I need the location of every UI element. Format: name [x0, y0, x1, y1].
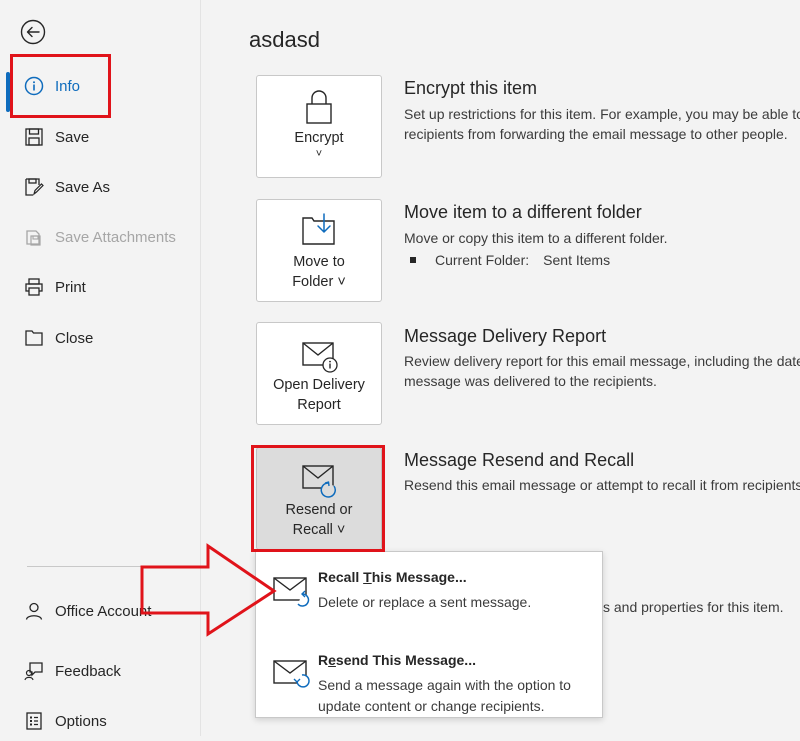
sidebar-item-options[interactable]: Options — [0, 701, 200, 741]
feedback-icon — [23, 660, 45, 682]
sidebar-item-save-as[interactable]: Save As — [0, 167, 200, 207]
section-desc: recipients from forwarding the email mes… — [404, 126, 788, 142]
button-label: Encrypt — [294, 130, 344, 146]
sidebar-item-save[interactable]: Save — [0, 117, 200, 157]
resend-recall-menu: Recall This Message... Delete or replace… — [255, 551, 603, 718]
section-desc: Set up restrictions for this item. For e… — [404, 106, 800, 122]
section-desc: Review delivery report for this email me… — [404, 353, 800, 369]
sidebar-item-save-attachments[interactable]: Save Attachments — [0, 217, 200, 257]
envelope-info-icon — [257, 341, 381, 379]
current-folder-line: Current Folder: Sent Items — [435, 252, 610, 268]
section-title: Move item to a different folder — [404, 202, 642, 222]
sidebar-item-label: Print — [55, 278, 86, 296]
button-label: Open Delivery — [273, 377, 365, 393]
encrypt-button[interactable]: Encrypt ˅ — [256, 75, 382, 178]
person-icon — [23, 600, 45, 622]
menu-item-title: Resend This Message... — [318, 652, 476, 668]
button-label: Folder ˅ — [292, 274, 346, 290]
menu-item-desc: Delete or replace a sent message. — [318, 594, 532, 610]
sidebar-item-label: Save — [55, 128, 90, 146]
sidebar-item-print[interactable]: Print — [0, 267, 200, 307]
sidebar-item-label: Save Attachments — [55, 228, 176, 246]
bullet — [410, 257, 416, 263]
back-button[interactable] — [20, 19, 46, 45]
back-arrow-icon — [20, 19, 46, 45]
current-folder-value: Sent Items — [543, 252, 611, 268]
section-desc: Move or copy this item to a different fo… — [404, 230, 668, 246]
chevron-down-icon: ˅ — [315, 148, 323, 160]
sidebar-item-label: Close — [55, 329, 94, 347]
envelope-resend-icon — [272, 651, 312, 691]
options-icon — [23, 710, 45, 732]
current-folder-label: Current Folder: — [435, 252, 530, 268]
sidebar-item-close[interactable]: Close — [0, 318, 200, 358]
move-folder-icon — [257, 212, 381, 250]
close-folder-icon — [23, 327, 45, 349]
section-title: Encrypt this item — [404, 78, 538, 98]
button-label: Report — [297, 397, 341, 413]
sidebar-item-label: Feedback — [55, 662, 121, 680]
button-label: Move to — [293, 254, 345, 270]
section-title: Message Delivery Report — [404, 326, 607, 346]
section-desc: message was delivered to the recipients. — [404, 373, 657, 389]
save-as-icon — [23, 176, 45, 198]
save-attachments-icon — [23, 226, 45, 248]
open-delivery-report-button[interactable]: Open Delivery Report — [256, 322, 382, 425]
page-title: asdasd — [249, 27, 320, 52]
sidebar-item-feedback[interactable]: Feedback — [0, 651, 200, 691]
menu-item-desc: Send a message again with the option to … — [318, 677, 571, 714]
highlight-box-resend-recall — [251, 445, 385, 552]
sidebar-item-label: Save As — [55, 178, 111, 196]
menu-item-title: Recall This Message... — [318, 569, 467, 585]
sidebar-item-label: Options — [55, 712, 107, 730]
highlight-box-info — [10, 54, 111, 118]
section-title: Message Resend and Recall — [404, 450, 635, 470]
menu-item-resend-message[interactable]: Resend This Message... Send a message ag… — [256, 639, 602, 714]
highlight-arrow-icon — [140, 543, 277, 637]
sidebar-item-label: Office Account — [55, 602, 152, 620]
move-to-folder-button[interactable]: Move to Folder ˅ — [256, 199, 382, 302]
lock-icon — [257, 88, 381, 126]
save-icon — [23, 126, 45, 148]
section-desc: Resend this email message or attempt to … — [404, 477, 800, 493]
properties-desc-partial: s and properties for this item. — [603, 599, 784, 615]
print-icon — [23, 276, 45, 298]
envelope-recall-icon — [272, 568, 312, 608]
menu-item-recall-message[interactable]: Recall This Message... Delete or replace… — [256, 556, 602, 626]
